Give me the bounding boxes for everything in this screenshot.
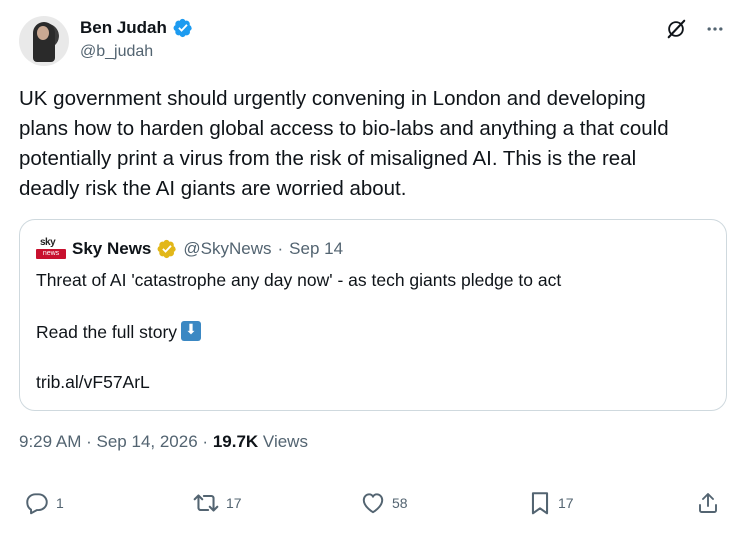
verified-badge-icon xyxy=(173,18,192,38)
author-info: Ben Judah @b_judah xyxy=(80,16,193,61)
like-icon xyxy=(362,493,384,514)
avatar-face xyxy=(37,26,49,40)
repost-button[interactable]: 17 xyxy=(192,490,242,516)
meta-separator: · xyxy=(202,432,209,451)
reply-icon xyxy=(26,493,48,515)
tweet-text: UK government should urgently convening … xyxy=(19,84,724,204)
share-icon xyxy=(699,493,717,513)
quoted-author-handle[interactable]: @SkyNews xyxy=(183,239,271,259)
quoted-tweet-card[interactable]: sky news Sky News @SkyNews · Sep 14 Thre… xyxy=(19,219,727,411)
meta-separator: · xyxy=(86,432,92,451)
verified-org-badge-icon xyxy=(157,239,177,259)
quoted-tweet-headline: Threat of AI 'catastrophe any day now' -… xyxy=(36,270,562,290)
views-label: Views xyxy=(262,432,308,451)
sky-logo-bottom: news xyxy=(36,249,66,259)
tweet-text-line: UK government should urgently convening … xyxy=(19,87,646,110)
read-more-text: Read the full story xyxy=(36,322,178,342)
retweet-icon xyxy=(193,494,219,512)
top-actions xyxy=(665,18,725,40)
tweet-actions: 1 17 58 17 xyxy=(0,490,747,524)
views-count: 19.7K xyxy=(212,432,259,451)
reply-button[interactable]: 1 xyxy=(24,490,64,516)
meta-separator: · xyxy=(277,239,284,258)
display-name-row: Ben Judah xyxy=(80,16,193,40)
tweet-meta: 9:29 AM · Sep 14, 2026 · 19.7K Views xyxy=(19,432,308,452)
bookmark-button[interactable]: 17 xyxy=(528,490,574,516)
tweet-time[interactable]: 9:29 AM xyxy=(19,432,81,451)
quoted-tweet-read-more: Read the full story xyxy=(36,321,202,343)
like-count: 58 xyxy=(392,495,408,511)
quoted-tweet-link[interactable]: trib.al/vF57ArL xyxy=(36,372,150,393)
repost-count: 17 xyxy=(226,495,242,511)
author-avatar[interactable] xyxy=(19,16,69,66)
sky-logo-top: sky xyxy=(40,237,56,248)
grok-icon[interactable] xyxy=(665,18,687,40)
author-display-name[interactable]: Ben Judah xyxy=(80,18,167,38)
tweet-date[interactable]: Sep 14, 2026 xyxy=(97,432,198,451)
author-handle[interactable]: @b_judah xyxy=(80,43,193,61)
quoted-author-name[interactable]: Sky News xyxy=(72,239,151,259)
bookmark-icon xyxy=(531,492,549,515)
like-button[interactable]: 58 xyxy=(360,490,408,516)
share-button[interactable] xyxy=(696,490,720,516)
quoted-tweet-header: sky news Sky News @SkyNews · Sep 14 xyxy=(36,237,343,260)
tweet-text-line: plans how to harden global access to bio… xyxy=(19,117,669,140)
sky-news-logo[interactable]: sky news xyxy=(36,237,66,260)
tweet-text-line: deadly risk the AI giants are worried ab… xyxy=(19,177,407,200)
tweet-text-line: potentially print a virus from the risk … xyxy=(19,147,637,170)
more-icon[interactable] xyxy=(705,19,725,39)
quoted-tweet-date[interactable]: Sep 14 xyxy=(289,239,343,259)
reply-count: 1 xyxy=(56,495,64,511)
bookmark-count: 17 xyxy=(558,495,574,511)
down-arrow-emoji-icon xyxy=(181,321,202,341)
